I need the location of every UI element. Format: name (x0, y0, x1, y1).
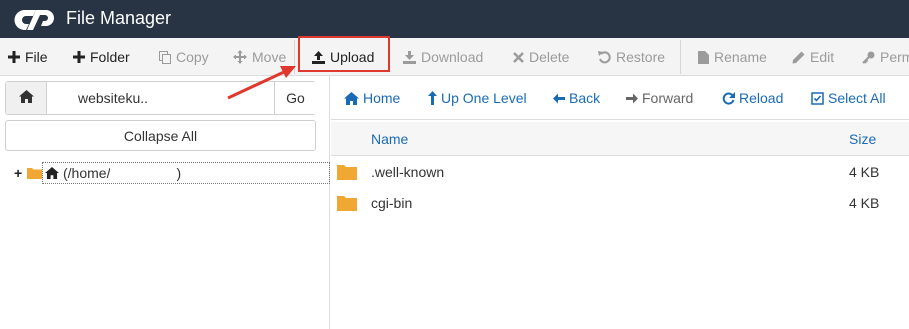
download-button[interactable]: Download (403, 38, 483, 76)
plus-icon (8, 51, 20, 63)
copy-icon (159, 50, 171, 64)
refresh-icon (722, 91, 735, 105)
toolbar: File Folder Copy Move Upload Download De… (0, 38, 909, 76)
copy-button[interactable]: Copy (159, 38, 209, 76)
redacted-username (110, 167, 177, 179)
toolbar-separator (680, 40, 681, 74)
navigation-bar: Home Up One Level Back Forward Reload Se… (331, 76, 909, 120)
forward-button[interactable]: Forward (626, 88, 693, 108)
plus-icon (73, 51, 85, 63)
file-name: cgi-bin (371, 195, 413, 211)
edit-button[interactable]: Edit (792, 38, 834, 76)
column-header-size[interactable]: Size (849, 131, 876, 147)
home-icon (344, 91, 359, 105)
tree-root-prefix: (/home/ (63, 165, 111, 181)
select-all-button[interactable]: Select All (811, 88, 886, 108)
tree-root-row: + (14, 162, 42, 184)
app-title: File Manager (66, 8, 172, 28)
tree-root-suffix: ) (176, 165, 182, 181)
restore-button[interactable]: Restore (598, 38, 665, 76)
x-icon (513, 51, 524, 63)
file-list-header: Name Size (331, 122, 909, 156)
annotation-arrow (227, 66, 296, 100)
folder-icon (337, 164, 357, 183)
folder-icon (27, 167, 42, 179)
column-header-name[interactable]: Name (371, 131, 408, 147)
undo-icon (598, 50, 611, 64)
key-icon (862, 51, 875, 64)
back-button[interactable]: Back (553, 88, 600, 108)
new-folder-button[interactable]: Folder (73, 38, 130, 76)
nav-home-button[interactable]: Home (344, 88, 400, 108)
expand-icon[interactable]: + (14, 165, 26, 181)
rename-button[interactable]: Rename (698, 38, 767, 76)
file-size: 4 KB (849, 164, 880, 180)
file-name: .well-known (371, 164, 445, 180)
cpanel-logo (14, 9, 54, 31)
file-row[interactable]: cgi-bin 4 KB (331, 188, 909, 218)
home-icon (45, 167, 59, 179)
file-icon (698, 50, 709, 64)
app-header: File Manager (0, 0, 909, 38)
new-file-button[interactable]: File (8, 38, 48, 76)
folder-icon (337, 195, 357, 214)
home-directory-button[interactable] (6, 82, 47, 114)
delete-button[interactable]: Delete (513, 38, 569, 76)
permissions-button[interactable]: Perm (862, 38, 909, 76)
up-one-level-button[interactable]: Up One Level (428, 88, 527, 108)
checkbox-icon (811, 91, 824, 105)
home-icon (18, 90, 34, 106)
arrow-right-icon (626, 93, 638, 104)
file-row[interactable]: .well-known 4 KB (331, 157, 909, 187)
pencil-icon (792, 51, 805, 64)
level-up-icon (428, 91, 437, 105)
collapse-all-button[interactable]: Collapse All (5, 120, 316, 151)
download-icon (403, 50, 416, 64)
arrow-left-icon (553, 93, 565, 104)
file-size: 4 KB (849, 195, 880, 211)
directory-tree-pane: Go Collapse All + (/home/ ) (0, 76, 330, 329)
reload-button[interactable]: Reload (722, 88, 783, 108)
tree-root-node[interactable]: (/home/ ) (42, 162, 330, 184)
